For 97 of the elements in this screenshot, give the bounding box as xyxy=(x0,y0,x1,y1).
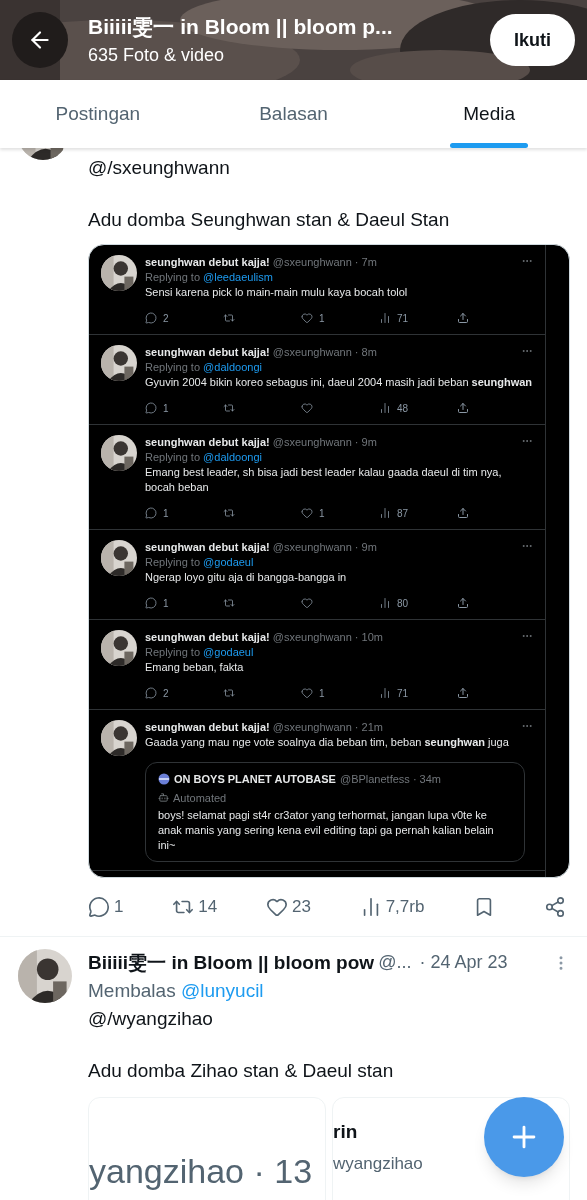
views-icon[interactable] xyxy=(379,402,391,414)
views-icon[interactable] xyxy=(379,687,391,699)
replying-label: Replying to xyxy=(145,361,201,373)
author-meta: @BPlanetfess · 34m xyxy=(339,772,441,787)
stat-count: 1 xyxy=(319,506,325,521)
action-count: 23 xyxy=(291,896,311,918)
mention-link[interactable]: @daldoongi xyxy=(203,361,262,373)
stat-count: 1 xyxy=(319,311,325,326)
stat-count: 87 xyxy=(397,506,409,521)
mention-link[interactable]: @leedaeulism xyxy=(203,271,273,283)
tweet-text: Ngerap loyo gitu aja di bangga-bangga in xyxy=(145,570,348,585)
views-icon[interactable] xyxy=(379,507,391,519)
card-text: yangzihao · 13 xyxy=(89,1151,313,1192)
views-icon[interactable] xyxy=(379,597,391,609)
replying-label: Replying to xyxy=(145,271,201,283)
reply-icon[interactable] xyxy=(145,312,157,324)
author-name: seunghwan debut kajja! xyxy=(145,436,270,448)
share-icon[interactable] xyxy=(457,597,469,609)
post-date: · 24 Apr 23 xyxy=(419,951,508,975)
reply-icon[interactable] xyxy=(145,597,157,609)
author-meta: @sxeunghwann · 8m xyxy=(272,346,377,358)
mention-link[interactable]: @godaeul xyxy=(203,646,254,658)
heart-icon[interactable] xyxy=(301,507,313,519)
author-name: seunghwan debut kajja! xyxy=(145,721,270,733)
stat-count: 2 xyxy=(163,311,169,326)
heart-icon[interactable] xyxy=(301,402,313,414)
author-name: seunghwan debut kajja! xyxy=(145,631,270,643)
stat-count: 2 xyxy=(163,686,169,701)
mention-link[interactable]: @godaeul xyxy=(203,556,254,568)
reply-label: Membalas xyxy=(88,980,176,1001)
heart-icon[interactable] xyxy=(301,312,313,324)
author-name: seunghwan debut kajja! xyxy=(145,346,270,358)
reply-icon[interactable] xyxy=(145,402,157,414)
stat-count: 1 xyxy=(319,686,325,701)
stat-count: 48 xyxy=(397,401,409,416)
tweet-text: Emang best leader, sh bisa jadi best leader kalau gaada daeul di tim nya, bocah beban xyxy=(145,465,503,495)
reply-icon[interactable] xyxy=(145,507,157,519)
stat-count: 80 xyxy=(397,596,409,611)
post-text: Adu domba Zihao stan & Daeul stan xyxy=(88,1059,395,1083)
media-count: 635 Foto & video xyxy=(88,44,226,68)
repost-icon[interactable] xyxy=(223,507,235,519)
quote-text: boys! selamat pagi st4r cr3ator yang terhormat, jangan lupa v0te ke anak manis yang sering kena evil editing tapi ga pernah kalian belain ini~ xyxy=(158,808,495,853)
stat-count: 71 xyxy=(397,686,409,701)
repost-icon[interactable] xyxy=(223,402,235,414)
card-text: wyangzihao xyxy=(333,1152,423,1175)
reply-icon[interactable] xyxy=(88,895,110,918)
tweet-text: Sensi karena pick lo main-main mulu kaya bocah tolol xyxy=(145,285,409,300)
stat-count: 1 xyxy=(163,401,169,416)
share-icon[interactable] xyxy=(457,312,469,324)
stat-count: 71 xyxy=(397,311,409,326)
card-title: rin xyxy=(333,1120,358,1144)
author-meta: @sxeunghwann · 9m xyxy=(272,436,377,448)
author-meta: @sxeunghwann · 21m xyxy=(272,721,383,733)
tab[interactable]: Postingan xyxy=(0,80,196,148)
author-name: Biiiii雯一 in Bloom || bloom pow xyxy=(88,950,375,975)
author-name: ON BOYS PLANET AUTOBASE xyxy=(174,772,336,787)
globe-icon xyxy=(158,773,170,786)
quoted-tweet[interactable]: ON BOYS PLANET AUTOBASE @BPlanetfess · 34m Automated boys! selamat pagi st4r cr3ator yang terhormat, jangan lupa v0te ke anak manis yang sering kena evil editing tapi ga pernah kalian belain ini~ xyxy=(145,762,525,862)
post-text: Adu domba Seunghwan stan & Daeul Stan xyxy=(88,208,451,232)
replying-label: Replying to xyxy=(145,556,201,568)
stat-count: 1 xyxy=(163,506,169,521)
tab[interactable]: Media xyxy=(391,80,587,148)
author-handle: @... xyxy=(378,951,412,975)
mention-link[interactable]: @daldoongi xyxy=(203,451,262,463)
replying-label: Replying to xyxy=(145,451,201,463)
post-text: @/wyangzihao xyxy=(88,1007,214,1031)
share-icon[interactable] xyxy=(543,895,566,918)
share-icon[interactable] xyxy=(457,507,469,519)
replying-label: Replying to xyxy=(145,646,201,658)
bot-icon xyxy=(158,792,169,804)
share-icon[interactable] xyxy=(457,402,469,414)
author-meta: @sxeunghwann · 7m xyxy=(272,256,377,268)
screenshot-image[interactable] xyxy=(88,244,570,878)
views-icon[interactable] xyxy=(379,312,391,324)
author-meta: @sxeunghwann · 10m xyxy=(272,631,383,643)
heart-icon[interactable] xyxy=(301,687,313,699)
heart-icon[interactable] xyxy=(301,597,313,609)
share-icon[interactable] xyxy=(457,687,469,699)
action-count: 1 xyxy=(114,896,124,918)
author-name: seunghwan debut kajja! xyxy=(145,256,270,268)
reply-icon[interactable] xyxy=(145,687,157,699)
tweet-text: Emang beban, fakta xyxy=(145,660,245,675)
action-count: 14 xyxy=(198,896,218,918)
stat-count: 1 xyxy=(163,596,169,611)
tweet-text: Gyuvin 2004 bikin koreo sebagus ini, daeul 2004 masih jadi beban seunghwan xyxy=(145,375,533,390)
repost-icon[interactable] xyxy=(223,312,235,324)
repost-icon[interactable] xyxy=(223,687,235,699)
repost-icon[interactable] xyxy=(223,597,235,609)
profile-title: Biiiii雯一 in Bloom || bloom p... xyxy=(88,13,394,40)
action-count: 7,7rb xyxy=(385,896,425,918)
author-meta: @sxeunghwann · 9m xyxy=(272,541,377,553)
tab[interactable]: Balasan xyxy=(195,80,392,148)
automated-label: Automated xyxy=(173,790,227,806)
image-card[interactable]: yangzihao · 13 xyxy=(88,1097,326,1200)
author-name: seunghwan debut kajja! xyxy=(145,541,270,553)
post-text: @/sxeunghwann xyxy=(88,156,231,180)
tweet-text: Gaada yang mau nge vote soalnya dia beban tim, beban seunghwan juga xyxy=(145,735,510,750)
